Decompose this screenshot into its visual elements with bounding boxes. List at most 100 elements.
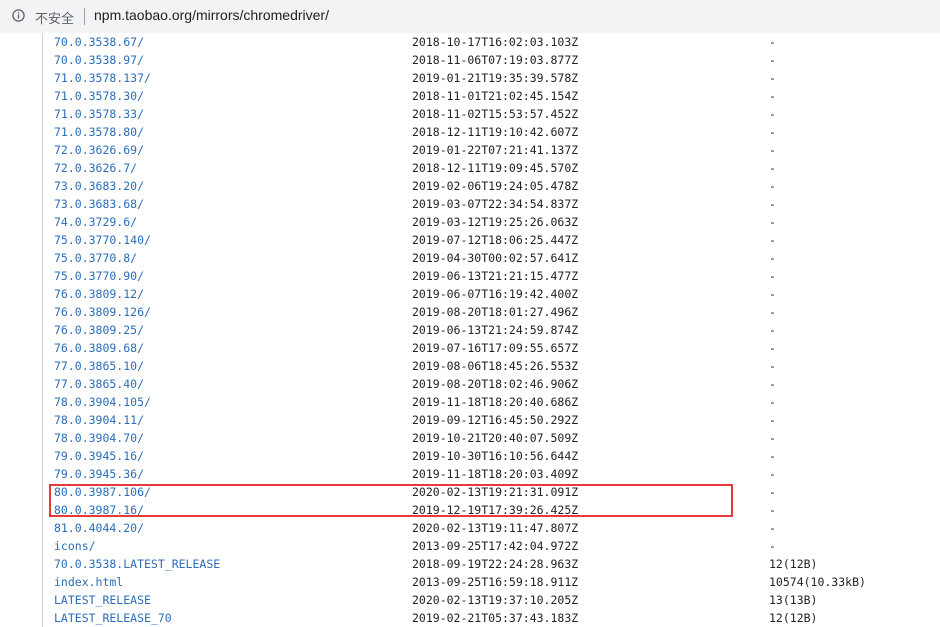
entry-date: 2018-10-17T16:02:03.103Z [412, 35, 579, 49]
entry-size: - [769, 125, 776, 139]
entry-link[interactable]: 78.0.3904.70/ [54, 431, 144, 446]
entry-link[interactable]: 79.0.3945.16/ [54, 449, 144, 464]
listing-row: LATEST_RELEASE 2020-02-13T19:37:10.205Z 13… [43, 591, 940, 609]
entry-link[interactable]: 77.0.3865.10/ [54, 359, 144, 374]
listing-row: 80.0.3987.16/2019-12-19T17:39:26.425Z - [43, 501, 940, 519]
entry-link[interactable]: 76.0.3809.126/ [54, 305, 151, 320]
listing-row: 73.0.3683.68/2019-03-07T22:34:54.837Z - [43, 195, 940, 213]
entry-date: 2019-03-12T19:25:26.063Z [412, 215, 579, 229]
entry-link[interactable]: 79.0.3945.36/ [54, 467, 144, 482]
url-text[interactable]: npm.taobao.org/mirrors/chromedriver/ [94, 7, 329, 23]
entry-link[interactable]: 77.0.3865.40/ [54, 377, 144, 392]
entry-link[interactable]: 72.0.3626.7/ [54, 161, 137, 176]
entry-size: - [769, 71, 776, 85]
entry-size: 12(12B) [769, 557, 818, 571]
entry-link[interactable]: LATEST_RELEASE_70 [54, 611, 172, 626]
entry-date: 2019-01-22T07:21:41.137Z [412, 143, 579, 157]
entry-date: 2019-01-21T19:35:39.578Z [412, 71, 579, 85]
entry-link[interactable]: 80.0.3987.16/ [54, 503, 144, 518]
entry-link[interactable]: 70.0.3538.67/ [54, 35, 144, 50]
entry-date: 2019-02-21T05:37:43.183Z [412, 611, 579, 625]
entry-date: 2013-09-25T16:59:18.911Z [412, 575, 579, 589]
listing-row: LATEST_RELEASE_70 2019-02-21T05:37:43.183… [43, 609, 940, 627]
entry-link[interactable]: 78.0.3904.11/ [54, 413, 144, 428]
entry-link[interactable]: 75.0.3770.90/ [54, 269, 144, 284]
listing-row: 73.0.3683.20/2019-02-06T19:24:05.478Z - [43, 177, 940, 195]
listing-row: 75.0.3770.8/2019-04-30T00:02:57.641Z - [43, 249, 940, 267]
entry-link[interactable]: 71.0.3578.30/ [54, 89, 144, 104]
entry-size: 13(13B) [769, 593, 818, 607]
entry-link[interactable]: icons/ [54, 539, 96, 554]
entry-link[interactable]: 71.0.3578.33/ [54, 107, 144, 122]
listing-row: 70.0.3538.67/2018-10-17T16:02:03.103Z - [43, 33, 940, 51]
entry-size: - [769, 341, 776, 355]
entry-size: - [769, 197, 776, 211]
listing-row: 72.0.3626.69/2019-01-22T07:21:41.137Z - [43, 141, 940, 159]
entry-link[interactable]: 75.0.3770.140/ [54, 233, 151, 248]
entry-date: 2018-11-01T21:02:45.154Z [412, 89, 579, 103]
listing-row: 74.0.3729.6/2019-03-12T19:25:26.063Z - [43, 213, 940, 231]
listing-row: 76.0.3809.68/2019-07-16T17:09:55.657Z - [43, 339, 940, 357]
listing-row: 80.0.3987.106/2020-02-13T19:21:31.091Z - [43, 483, 940, 501]
entry-link[interactable]: 72.0.3626.69/ [54, 143, 144, 158]
entry-link[interactable]: 78.0.3904.105/ [54, 395, 151, 410]
entry-link[interactable]: 70.0.3538.LATEST_RELEASE [54, 557, 220, 572]
entry-date: 2019-04-30T00:02:57.641Z [412, 251, 579, 265]
entry-date: 2018-11-02T15:53:57.452Z [412, 107, 579, 121]
url-separator [84, 8, 85, 25]
entry-date: 2019-11-18T18:20:40.686Z [412, 395, 579, 409]
listing-row: 81.0.4044.20/2020-02-13T19:11:47.807Z - [43, 519, 940, 537]
listing-row: 70.0.3538.97/2018-11-06T07:19:03.877Z - [43, 51, 940, 69]
entry-date: 2018-11-06T07:19:03.877Z [412, 53, 579, 67]
entry-date: 2020-02-13T19:37:10.205Z [412, 593, 579, 607]
entry-link[interactable]: 76.0.3809.12/ [54, 287, 144, 302]
entry-link[interactable]: index.html [54, 575, 123, 590]
security-label[interactable]: 不安全 [35, 8, 74, 27]
entry-size: - [769, 179, 776, 193]
entry-size: - [769, 53, 776, 67]
info-icon[interactable] [12, 9, 25, 22]
listing-row: 71.0.3578.30/2018-11-01T21:02:45.154Z - [43, 87, 940, 105]
entry-size: - [769, 323, 776, 337]
entry-size: - [769, 431, 776, 445]
listing-row: 77.0.3865.10/2019-08-06T18:45:26.553Z - [43, 357, 940, 375]
entry-size: - [769, 143, 776, 157]
directory-listing: 70.0.3538.67/2018-10-17T16:02:03.103Z -70… [42, 33, 940, 627]
entry-date: 2013-09-25T17:42:04.972Z [412, 539, 579, 553]
entry-size: - [769, 215, 776, 229]
listing-row: 75.0.3770.140/2019-07-12T18:06:25.447Z - [43, 231, 940, 249]
entry-date: 2019-06-13T21:21:15.477Z [412, 269, 579, 283]
entry-link[interactable]: 76.0.3809.68/ [54, 341, 144, 356]
entry-date: 2018-12-11T19:09:45.570Z [412, 161, 579, 175]
entry-link[interactable]: 76.0.3809.25/ [54, 323, 144, 338]
entry-size: - [769, 251, 776, 265]
entry-link[interactable]: 70.0.3538.97/ [54, 53, 144, 68]
listing-row: 78.0.3904.70/2019-10-21T20:40:07.509Z - [43, 429, 940, 447]
entry-date: 2019-07-16T17:09:55.657Z [412, 341, 579, 355]
entry-size: - [769, 503, 776, 517]
listing-row: 71.0.3578.137/2019-01-21T19:35:39.578Z - [43, 69, 940, 87]
entry-link[interactable]: 80.0.3987.106/ [54, 485, 151, 500]
entry-link[interactable]: 75.0.3770.8/ [54, 251, 137, 266]
entry-link[interactable]: 71.0.3578.137/ [54, 71, 151, 86]
entry-link[interactable]: 73.0.3683.68/ [54, 197, 144, 212]
entry-date: 2019-06-07T16:19:42.400Z [412, 287, 579, 301]
entry-date: 2020-02-13T19:11:47.807Z [412, 521, 579, 535]
entry-size: - [769, 35, 776, 49]
entry-size: - [769, 395, 776, 409]
entry-date: 2018-12-11T19:10:42.607Z [412, 125, 579, 139]
entry-size: - [769, 485, 776, 499]
entry-size: 10574(10.33kB) [769, 575, 866, 589]
address-bar[interactable]: 不安全 npm.taobao.org/mirrors/chromedriver/ [0, 0, 940, 33]
entry-link[interactable]: 74.0.3729.6/ [54, 215, 137, 230]
entry-size: - [769, 359, 776, 373]
listing-row: 79.0.3945.16/2019-10-30T16:10:56.644Z - [43, 447, 940, 465]
entry-link[interactable]: 71.0.3578.80/ [54, 125, 144, 140]
entry-link[interactable]: 73.0.3683.20/ [54, 179, 144, 194]
entry-link[interactable]: 81.0.4044.20/ [54, 521, 144, 536]
entry-link[interactable]: LATEST_RELEASE [54, 593, 151, 608]
entry-date: 2019-07-12T18:06:25.447Z [412, 233, 579, 247]
entry-date: 2019-10-21T20:40:07.509Z [412, 431, 579, 445]
entry-date: 2019-11-18T18:20:03.409Z [412, 467, 579, 481]
entry-size: - [769, 449, 776, 463]
